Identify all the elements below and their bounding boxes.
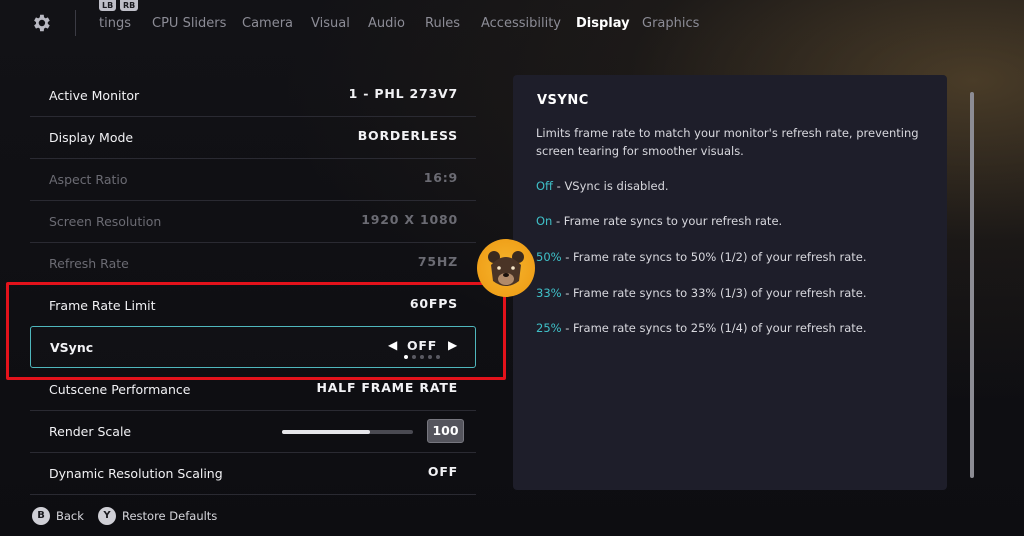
- setting-value: 16:9: [423, 170, 458, 185]
- info-title: VSYNC: [537, 93, 589, 108]
- setting-label: Cutscene Performance: [49, 382, 191, 397]
- lb-bumper-hint: LB: [99, 0, 117, 11]
- highlight-annotation-box: [6, 282, 506, 380]
- setting-label: Screen Resolution: [49, 214, 162, 229]
- option-key: Off: [536, 179, 553, 193]
- y-button-icon: Y: [98, 507, 116, 525]
- setting-label: Render Scale: [49, 424, 132, 439]
- render-scale-value[interactable]: 100: [427, 419, 464, 443]
- option-key: 50%: [536, 250, 562, 264]
- setting-value: 75HZ: [417, 254, 458, 269]
- tab-settings[interactable]: tings: [99, 16, 131, 31]
- setting-value: OFF: [427, 464, 458, 479]
- info-panel: VSYNC Limits frame rate to match your mo…: [513, 75, 947, 490]
- tab-display[interactable]: Display: [576, 16, 630, 31]
- option-text: - Frame rate syncs to 50% (1/2) of your …: [561, 250, 867, 264]
- setting-render-scale[interactable]: Render Scale 100: [30, 411, 476, 453]
- restore-defaults-hint[interactable]: Y Restore Defaults: [98, 507, 217, 525]
- setting-value: 1920 X 1080: [361, 212, 458, 227]
- restore-defaults-label: Restore Defaults: [122, 509, 218, 523]
- info-option-25: 25% - Frame rate syncs to 25% (1/4) of y…: [536, 321, 867, 335]
- info-option-off: Off - VSync is disabled.: [536, 179, 669, 193]
- setting-refresh-rate: Refresh Rate 75HZ: [30, 243, 476, 285]
- tab-visual[interactable]: Visual: [311, 16, 350, 31]
- tab-cpu-sliders[interactable]: CPU Sliders: [152, 16, 226, 31]
- setting-label: Refresh Rate: [49, 256, 129, 271]
- setting-active-monitor[interactable]: Active Monitor 1 - PHL 273V7: [30, 75, 476, 117]
- info-description: Limits frame rate to match your monitor'…: [536, 126, 919, 158]
- option-key: On: [536, 214, 553, 228]
- slider-fill: [282, 430, 370, 434]
- setting-aspect-ratio: Aspect Ratio 16:9: [30, 159, 476, 201]
- tab-accessibility[interactable]: Accessibility: [481, 16, 561, 31]
- bear-face-icon: [488, 251, 524, 286]
- setting-label: Active Monitor: [49, 88, 140, 103]
- tab-rules[interactable]: Rules: [425, 16, 460, 31]
- setting-value: 1 - PHL 273V7: [348, 86, 458, 101]
- setting-display-mode[interactable]: Display Mode BORDERLESS: [30, 117, 476, 159]
- back-hint[interactable]: B Back: [32, 507, 84, 525]
- bear-logo: [477, 239, 535, 297]
- setting-screen-resolution: Screen Resolution 1920 X 1080: [30, 201, 476, 243]
- tab-graphics[interactable]: Graphics: [642, 16, 699, 31]
- setting-value: BORDERLESS: [357, 128, 458, 143]
- option-text: - VSync is disabled.: [552, 179, 669, 193]
- setting-label: Aspect Ratio: [49, 172, 128, 187]
- option-text: - Frame rate syncs to 25% (1/4) of your …: [561, 321, 867, 335]
- row-divider: [30, 494, 476, 495]
- option-text: - Frame rate syncs to your refresh rate.: [552, 214, 783, 228]
- info-option-50: 50% - Frame rate syncs to 50% (1/2) of y…: [536, 250, 867, 264]
- rb-bumper-hint: RB: [120, 0, 139, 11]
- setting-label: Display Mode: [49, 130, 134, 145]
- info-option-on: On - Frame rate syncs to your refresh ra…: [536, 214, 782, 228]
- render-scale-slider[interactable]: [282, 430, 413, 434]
- info-option-33: 33% - Frame rate syncs to 33% (1/3) of y…: [536, 286, 867, 300]
- option-key: 33%: [536, 286, 562, 300]
- tab-audio[interactable]: Audio: [368, 16, 405, 31]
- scrollbar[interactable]: [970, 92, 974, 478]
- option-text: - Frame rate syncs to 33% (1/3) of your …: [561, 286, 867, 300]
- setting-dynamic-resolution[interactable]: Dynamic Resolution Scaling OFF: [30, 453, 476, 495]
- gear-icon[interactable]: [30, 12, 52, 34]
- back-label: Back: [56, 509, 84, 523]
- setting-label: Dynamic Resolution Scaling: [49, 466, 223, 481]
- option-key: 25%: [536, 321, 562, 335]
- setting-value: HALF FRAME RATE: [316, 380, 458, 395]
- top-divider: [75, 10, 76, 36]
- b-button-icon: B: [32, 507, 50, 525]
- tab-camera[interactable]: Camera: [242, 16, 293, 31]
- top-tab-bar: LB RB tings CPU Sliders Camera Visual Au…: [0, 0, 1024, 48]
